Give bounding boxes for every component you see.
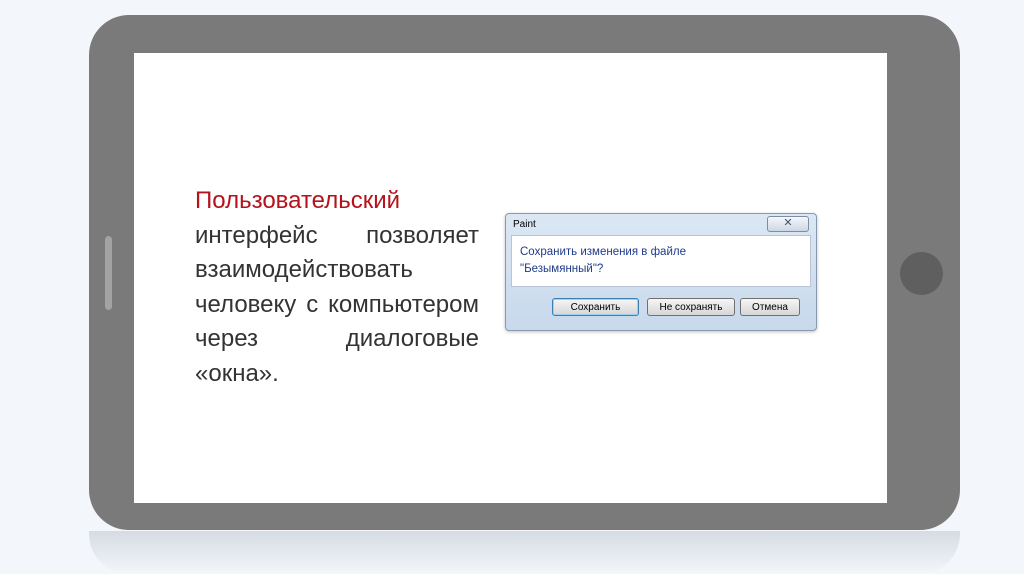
dialog-message: Сохранить изменения в файле "Безымянный"… [520, 244, 800, 278]
cancel-button[interactable]: Отмена [740, 298, 800, 316]
home-button-icon[interactable] [900, 252, 943, 295]
side-slot-icon [105, 236, 112, 310]
slide-text-body: интерфейс позволяет взаимодействовать че… [195, 221, 479, 387]
dialog-title: Paint [513, 219, 536, 230]
close-button[interactable]: ✕ [767, 216, 809, 232]
slide-text: Пользовательский интерфейс позволяет вза… [195, 184, 479, 391]
dont-save-button[interactable]: Не сохранять [647, 298, 735, 316]
slide-screen: Пользовательский интерфейс позволяет вза… [134, 53, 887, 503]
dialog-message-line1: Сохранить изменения в файле [520, 246, 686, 258]
save-dialog: Paint ✕ Сохранить изменения в файле "Без… [505, 213, 817, 331]
tablet-reflection [89, 531, 960, 574]
slide-text-highlight: Пользовательский [195, 187, 401, 214]
dialog-message-line2: "Безымянный"? [520, 263, 604, 275]
save-button[interactable]: Сохранить [552, 298, 639, 316]
dialog-body: Сохранить изменения в файле "Безымянный"… [511, 235, 811, 287]
